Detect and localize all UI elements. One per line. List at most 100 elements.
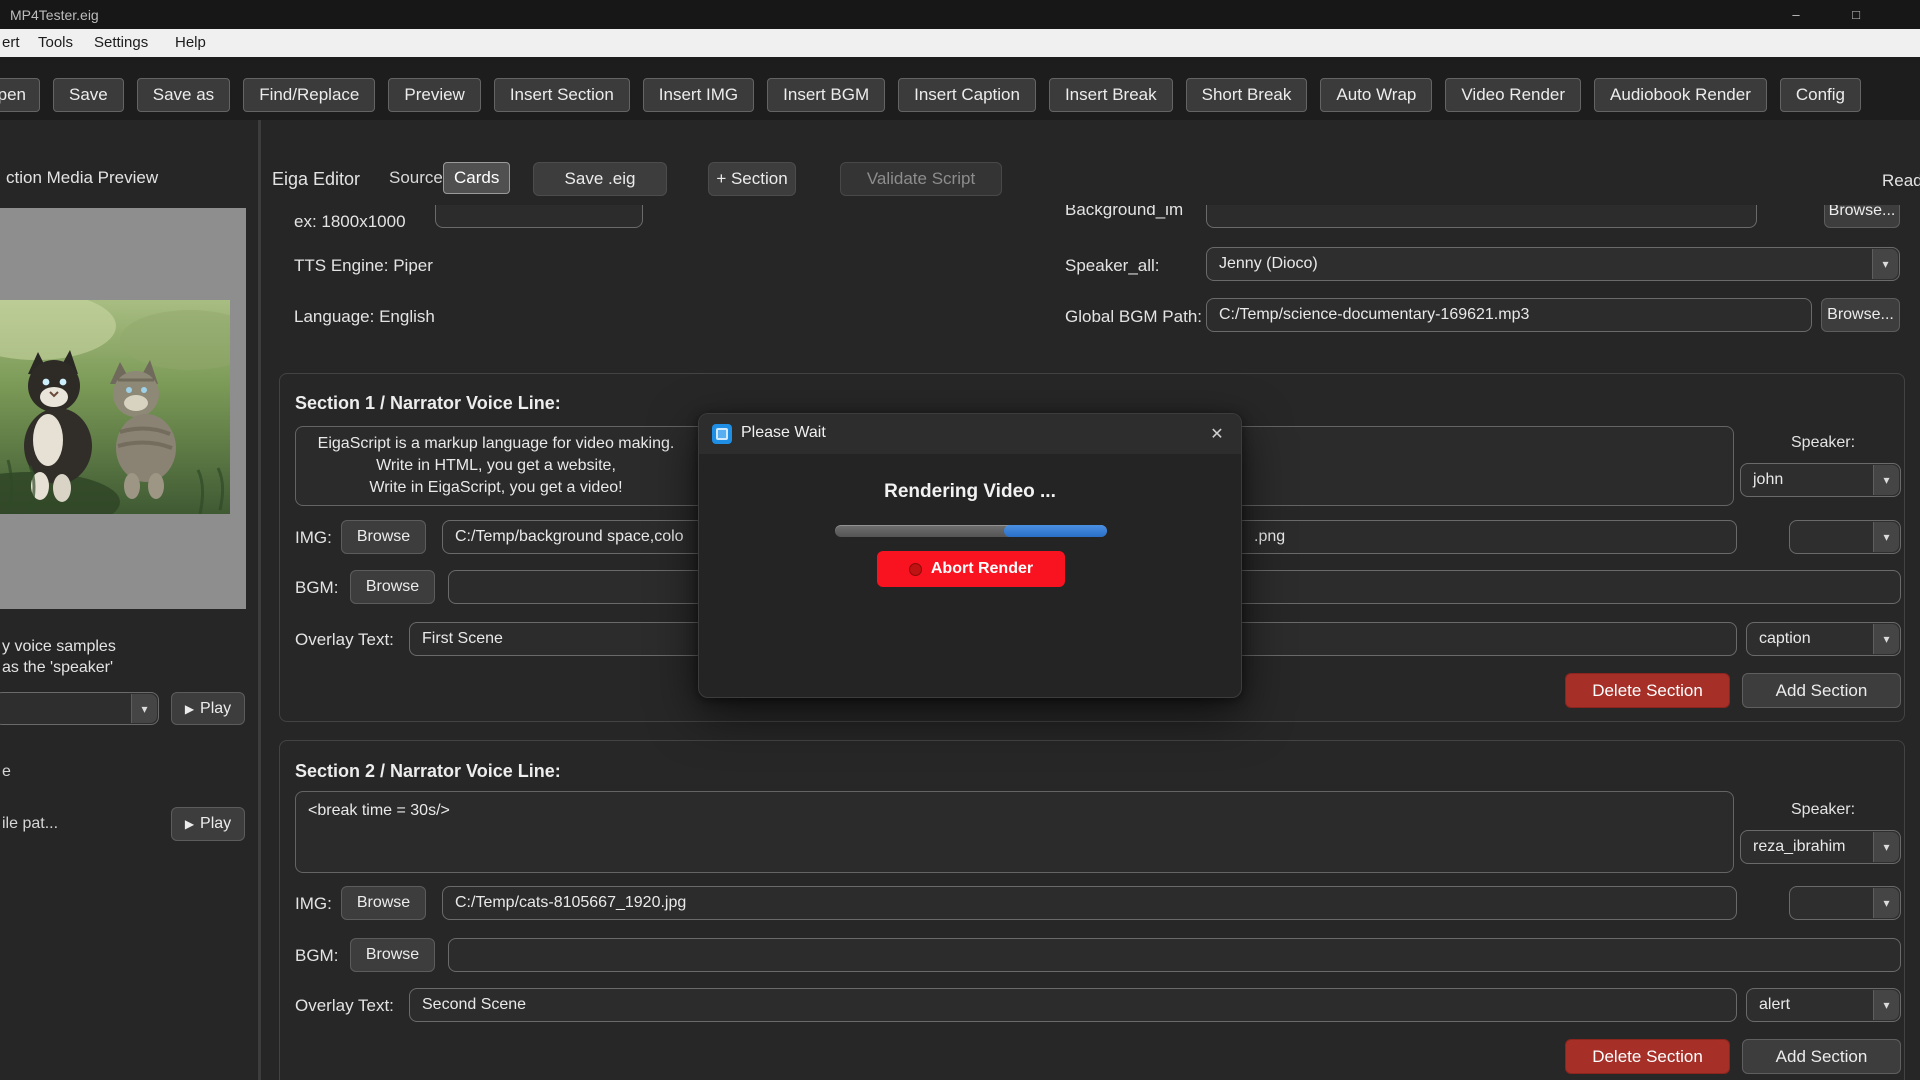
- add-section-header-button[interactable]: + Section: [708, 162, 796, 196]
- editor-header: Eiga Editor Source Cards Save .eig + Sec…: [261, 120, 1920, 205]
- chevron-down-icon: ▾: [1883, 897, 1889, 909]
- chevron-down-icon: ▾: [1883, 999, 1889, 1011]
- section-1-img-style-select[interactable]: ▾: [1789, 520, 1901, 554]
- application-window: MP4Tester.eig – □ ert Tools Settings Hel…: [0, 0, 1920, 1080]
- toolbar-button-find-replace[interactable]: Find/Replace: [243, 78, 375, 112]
- section-1-speaker-chevron-segment: ▾: [1873, 465, 1899, 495]
- abort-record-dot-icon: [909, 563, 922, 576]
- voice-sample-select[interactable]: ▾: [0, 692, 159, 725]
- tab-cards[interactable]: Cards: [443, 162, 510, 194]
- voice-samples-note-line2: as the 'speaker': [2, 659, 113, 677]
- play-icon: ▶: [185, 702, 194, 716]
- chevron-down-icon: ▾: [1883, 474, 1889, 486]
- please-wait-title: Please Wait: [741, 424, 826, 442]
- title-bar: MP4Tester.eig – □: [0, 0, 1920, 29]
- section-2-overlay-label: Overlay Text:: [295, 996, 394, 1016]
- section-2-img-browse-button[interactable]: Browse: [341, 886, 426, 920]
- language-label: Language: English: [294, 307, 435, 327]
- close-icon: ✕: [1210, 424, 1223, 444]
- section-2-add-button[interactable]: Add Section: [1742, 1039, 1901, 1074]
- maximize-icon: □: [1852, 7, 1860, 22]
- section-2-bgm-browse-button[interactable]: Browse: [350, 938, 435, 972]
- section-1-img-path-start: C:/Temp/background space,colo: [455, 528, 684, 546]
- toolbar-button-insert-img[interactable]: Insert IMG: [643, 78, 754, 112]
- speaker-all-chevron-segment: ▾: [1872, 249, 1898, 279]
- toolbar-button-save-as[interactable]: Save as: [137, 78, 230, 112]
- maximize-button[interactable]: □: [1833, 0, 1879, 29]
- section-2-bgm-input[interactable]: [448, 938, 1901, 972]
- section-1-delete-button[interactable]: Delete Section: [1565, 673, 1730, 708]
- rendering-message: Rendering Video ...: [699, 481, 1241, 503]
- section-2-img-style-select[interactable]: ▾: [1789, 886, 1901, 920]
- section-1-speaker-value: john: [1753, 471, 1783, 489]
- speaker-all-label: Speaker_all:: [1065, 256, 1160, 276]
- toolbar-button-open-fragment[interactable]: pen: [0, 78, 40, 112]
- menu-item-help[interactable]: Help: [175, 34, 206, 51]
- section-2-speaker-select[interactable]: reza_ibrahim ▾: [1740, 830, 1901, 864]
- section-1-bgm-browse-button[interactable]: Browse: [350, 570, 435, 604]
- section-2-img-path-input[interactable]: [442, 886, 1737, 920]
- chevron-down-icon: ▾: [1883, 531, 1889, 543]
- toolbar-button-audiobook-render[interactable]: Audiobook Render: [1594, 78, 1767, 112]
- menu-item-fragment[interactable]: ert: [2, 34, 20, 51]
- section-2-bgm-label: BGM:: [295, 946, 338, 966]
- window-title: MP4Tester.eig: [10, 7, 99, 23]
- section-2-overlay-style-select[interactable]: alert ▾: [1746, 988, 1901, 1022]
- section-2-title: Section 2 / Narrator Voice Line:: [295, 761, 561, 782]
- speaker-all-select[interactable]: Jenny (Dioco) ▾: [1206, 247, 1900, 281]
- abort-render-button[interactable]: Abort Render: [877, 551, 1065, 587]
- section-1-img-browse-button[interactable]: Browse: [341, 520, 426, 554]
- play-file-button[interactable]: ▶ Play: [171, 807, 245, 841]
- global-bgm-input[interactable]: [1206, 298, 1812, 332]
- chevron-down-icon: ▾: [141, 703, 147, 715]
- toolbar-button-insert-section[interactable]: Insert Section: [494, 78, 630, 112]
- section-1-img-label: IMG:: [295, 528, 332, 548]
- voice-sample-chevron-segment: ▾: [131, 694, 157, 723]
- section-1-add-button[interactable]: Add Section: [1742, 673, 1901, 708]
- toolbar-button-auto-wrap[interactable]: Auto Wrap: [1320, 78, 1432, 112]
- section-2-speaker-label: Speaker:: [1791, 801, 1855, 819]
- chevron-down-icon: ▾: [1882, 258, 1888, 270]
- toolbar-button-insert-bgm[interactable]: Insert BGM: [767, 78, 885, 112]
- minimize-icon: –: [1792, 7, 1799, 22]
- global-bgm-label: Global BGM Path:: [1065, 307, 1202, 327]
- section-1-speaker-select[interactable]: john ▾: [1740, 463, 1901, 497]
- section-2-overlay-style-value: alert: [1759, 996, 1790, 1014]
- section-2-overlay-style-chevron-segment: ▾: [1873, 990, 1899, 1020]
- minimize-button[interactable]: –: [1773, 0, 1819, 29]
- section-2-img-label: IMG:: [295, 894, 332, 914]
- toolbar-button-insert-caption[interactable]: Insert Caption: [898, 78, 1036, 112]
- toolbar-button-short-break[interactable]: Short Break: [1186, 78, 1308, 112]
- toolbar-button-video-render[interactable]: Video Render: [1445, 78, 1581, 112]
- toolbar-button-insert-break[interactable]: Insert Break: [1049, 78, 1173, 112]
- section-1-overlay-label: Overlay Text:: [295, 630, 394, 650]
- tab-source[interactable]: Source: [379, 162, 453, 194]
- main-toolbar: pen Save Save as Find/Replace Preview In…: [0, 57, 1920, 120]
- status-text-fragment: Read: [1882, 171, 1920, 191]
- toolbar-button-save[interactable]: Save: [53, 78, 124, 112]
- voice-line-3: Write in EigaScript, you get a video!: [296, 477, 696, 499]
- sidebar-text-fragment-filepath: ile pat...: [2, 815, 58, 833]
- section-1-title: Section 1 / Narrator Voice Line:: [295, 393, 561, 414]
- section-2-overlay-input[interactable]: [409, 988, 1737, 1022]
- toolbar-button-config[interactable]: Config: [1780, 78, 1861, 112]
- section-2-voice-line-textarea[interactable]: <break time = 30s/>: [295, 791, 1734, 873]
- abort-render-label: Abort Render: [931, 560, 1033, 578]
- render-progress-bar: [835, 525, 1107, 537]
- section-2-speaker-value: reza_ibrahim: [1753, 838, 1845, 856]
- menu-item-tools[interactable]: Tools: [38, 34, 73, 51]
- menu-item-settings[interactable]: Settings: [94, 34, 148, 51]
- section-1-voice-line-text: EigaScript is a markup language for vide…: [296, 427, 696, 499]
- chevron-down-icon: ▾: [1883, 633, 1889, 645]
- please-wait-close-button[interactable]: ✕: [1205, 422, 1229, 446]
- section-2-delete-button[interactable]: Delete Section: [1565, 1039, 1730, 1074]
- section-1-img-path-end: .png: [1254, 528, 1285, 546]
- validate-script-button[interactable]: Validate Script: [840, 162, 1002, 196]
- section-1-overlay-style-select[interactable]: caption ▾: [1746, 622, 1901, 656]
- global-bgm-browse-button[interactable]: Browse...: [1821, 298, 1900, 332]
- menu-bar: ert Tools Settings Help: [0, 29, 1920, 57]
- save-eig-button[interactable]: Save .eig: [533, 162, 667, 196]
- play-voice-sample-button[interactable]: ▶ Play: [171, 692, 245, 725]
- toolbar-button-preview[interactable]: Preview: [388, 78, 480, 112]
- section-1-img-style-chevron-segment: ▾: [1873, 522, 1899, 552]
